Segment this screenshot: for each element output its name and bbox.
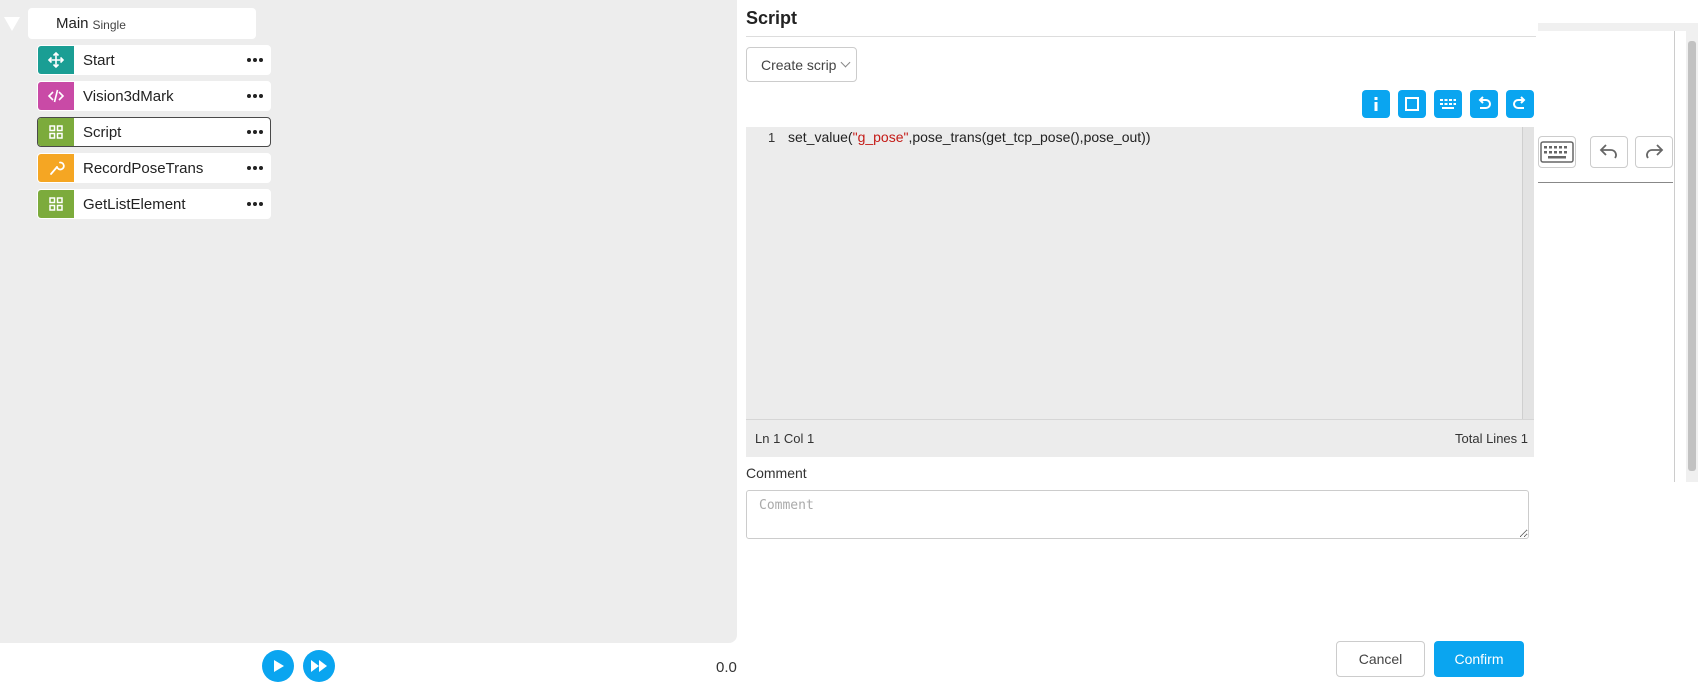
root-name: Main — [56, 15, 89, 32]
redo-button[interactable] — [1635, 136, 1673, 168]
cancel-button[interactable]: Cancel — [1336, 641, 1425, 677]
keyboard-button[interactable] — [1538, 136, 1576, 168]
total-lines: Total Lines 1 — [1455, 431, 1528, 446]
code-string: "g_pose" — [852, 129, 909, 145]
chevron-down-icon — [841, 57, 851, 68]
dialog-title: Script — [746, 8, 798, 28]
redo-icon — [1513, 96, 1526, 109]
redo-button[interactable] — [1506, 90, 1534, 118]
program-tree-panel: Main Single Start Vision3dMark Script Re… — [0, 0, 737, 643]
speed-value: 0.0 — [716, 659, 737, 676]
more-options-icon[interactable] — [240, 166, 270, 170]
move-icon — [38, 46, 74, 74]
side-panel-scrollbar[interactable] — [1686, 31, 1698, 482]
create-script-dropdown[interactable]: Create scrip — [746, 47, 857, 82]
scroll-thumb[interactable] — [1688, 41, 1696, 471]
keyboard-icon — [1440, 99, 1456, 109]
keyboard-button[interactable] — [1434, 90, 1462, 118]
expand-triangle-icon[interactable] — [4, 17, 20, 31]
node-label: Script — [83, 123, 122, 141]
more-options-icon[interactable] — [240, 130, 270, 134]
play-button[interactable] — [262, 650, 294, 682]
fullscreen-button[interactable] — [1398, 90, 1426, 118]
code-text: set_value( — [788, 129, 853, 145]
comment-field[interactable] — [746, 490, 1529, 539]
info-icon — [1374, 97, 1378, 111]
node-label: RecordPoseTrans — [83, 159, 204, 177]
fullscreen-icon — [1405, 97, 1419, 111]
side-panel-header — [1538, 23, 1698, 31]
side-panel-border — [1674, 31, 1675, 482]
undo-icon — [1478, 96, 1491, 109]
more-options-icon[interactable] — [240, 58, 270, 62]
cursor-position: Ln 1 Col 1 — [755, 431, 815, 446]
play-icon — [274, 660, 284, 672]
fast-forward-button[interactable] — [303, 650, 335, 682]
title-divider — [746, 36, 1536, 37]
info-button[interactable] — [1362, 90, 1390, 118]
keyboard-icon — [1540, 141, 1574, 163]
root-tag: Single — [92, 17, 126, 32]
create-script-label: Create scrip — [761, 56, 837, 73]
tree-root-main[interactable]: Main Single — [28, 8, 256, 39]
code-line[interactable]: set_value("g_pose",pose_trans(get_tcp_po… — [788, 129, 1151, 145]
editor-status-bar: Ln 1 Col 1 Total Lines 1 — [746, 419, 1534, 457]
more-options-icon[interactable] — [240, 202, 270, 206]
more-options-icon[interactable] — [240, 94, 270, 98]
undo-button[interactable] — [1470, 90, 1498, 118]
redo-icon — [1646, 144, 1664, 159]
tree-node-vision3dmark[interactable]: Vision3dMark — [37, 81, 271, 111]
tree-node-getlistelement[interactable]: GetListElement — [37, 189, 271, 219]
undo-button[interactable] — [1590, 136, 1628, 168]
grid-icon — [38, 190, 74, 218]
code-text: ,pose_trans(get_tcp_pose(),pose_out)) — [908, 129, 1151, 145]
side-panel — [1538, 23, 1698, 482]
node-label: Start — [83, 51, 115, 69]
wrench-icon — [38, 154, 74, 182]
code-icon — [38, 82, 74, 110]
tree-node-start[interactable]: Start — [37, 45, 271, 75]
undo-icon — [1599, 144, 1617, 159]
line-number: 1 — [768, 130, 776, 145]
tree-node-script[interactable]: Script — [37, 117, 271, 147]
tree-node-recordposetrans[interactable]: RecordPoseTrans — [37, 153, 271, 183]
fast-forward-icon — [311, 660, 327, 672]
code-editor[interactable]: 1 set_value("g_pose",pose_trans(get_tcp_… — [746, 127, 1534, 419]
confirm-button[interactable]: Confirm — [1434, 641, 1524, 677]
grid-icon — [38, 118, 74, 146]
side-panel-divider — [1538, 182, 1673, 183]
node-label: GetListElement — [83, 195, 186, 213]
comment-label: Comment — [746, 465, 807, 481]
editor-scrollbar[interactable] — [1522, 127, 1534, 419]
node-label: Vision3dMark — [83, 87, 174, 105]
